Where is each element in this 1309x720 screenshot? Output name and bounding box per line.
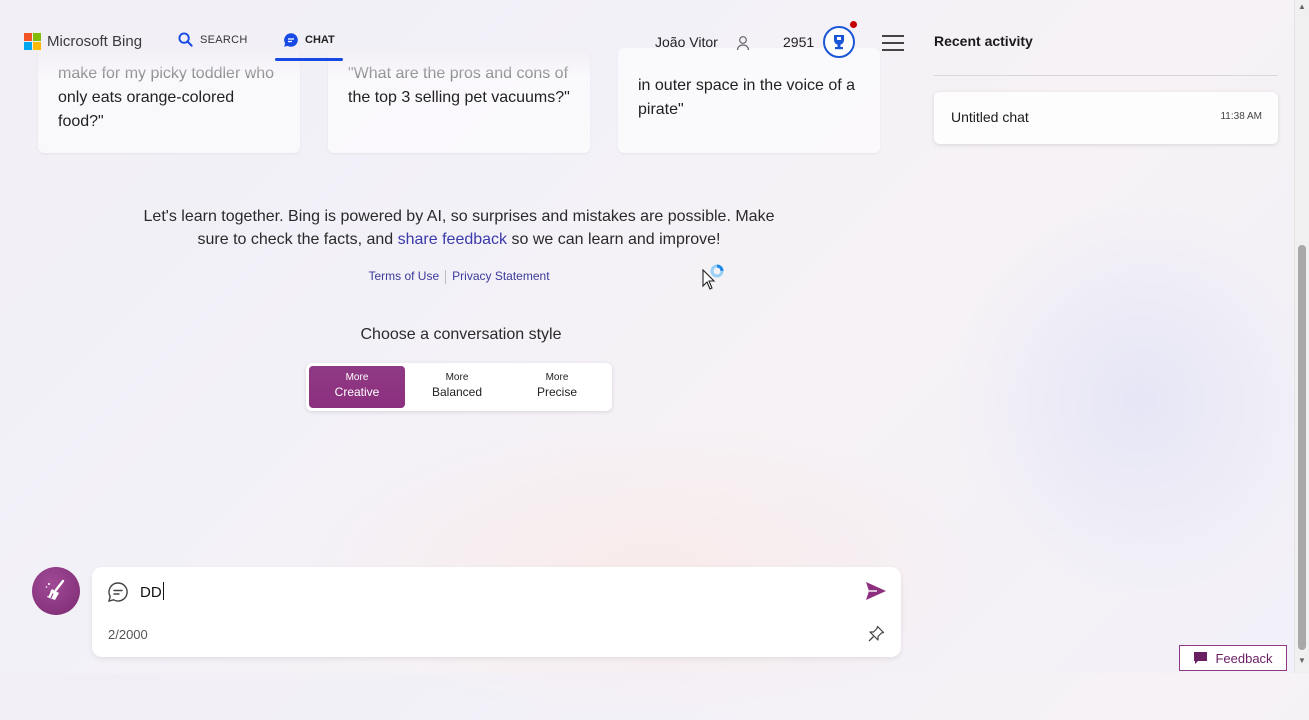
disclaimer-text-end: so we can learn and improve! [507,231,721,248]
link-separator [445,269,447,284]
search-icon [178,32,193,47]
scroll-down-arrow-icon[interactable]: ▼ [1298,656,1306,665]
feedback-icon [1194,652,1208,664]
background-glow [950,200,1309,600]
chat-bubble-icon [108,582,128,602]
scroll-up-arrow-icon[interactable]: ▲ [1298,2,1306,11]
new-topic-button[interactable] [32,567,80,615]
menu-icon[interactable] [882,35,904,56]
page-scrollbar[interactable]: ▲ ▼ [1294,0,1309,673]
nav-search-tab[interactable]: SEARCH [178,32,248,47]
legal-links: Terms of Use Privacy Statement [0,269,918,284]
feedback-button[interactable]: Feedback [1179,645,1287,671]
nav-chat-label: CHAT [305,34,335,46]
notification-dot [850,21,857,28]
suggestion-text: pirate" [638,101,684,118]
chat-input-box[interactable]: DD 2/2000 [92,567,901,657]
disclaimer: Let's learn together. Bing is powered by… [130,205,788,251]
pin-icon[interactable] [867,625,885,643]
send-icon[interactable] [865,581,887,601]
active-tab-indicator [275,58,343,61]
feedback-label: Feedback [1215,650,1273,666]
style-label: Creative [334,385,380,399]
suggestion-text: only eats orange-colored food?" [58,89,235,130]
style-label: Precise [536,385,577,399]
chat-input-value: DD [140,584,162,601]
recent-chat-time: 11:38 AM [1220,111,1262,122]
user-name[interactable]: João Vitor [655,34,718,50]
share-feedback-link[interactable]: share feedback [398,231,507,248]
suggestion-text: the top 3 selling pet vacuums?" [348,89,570,106]
character-counter: 2/2000 [108,627,148,642]
style-balanced-button[interactable]: More Balanced [409,366,505,408]
conversation-style-title: Choose a conversation style [360,326,562,343]
scroll-thumb[interactable] [1298,245,1306,650]
rewards-points[interactable]: 2951 [783,34,814,50]
mouse-cursor-icon [702,264,724,290]
user-icon[interactable] [735,35,751,51]
nav-search-label: SEARCH [200,33,248,46]
top-header: Microsoft Bing SEARCH CHAT João Vitor 29… [0,0,920,78]
chat-icon [284,33,298,47]
nav-chat-tab[interactable]: CHAT [275,0,343,62]
broom-icon [45,579,65,600]
terms-link[interactable]: Terms of Use [368,269,439,283]
bing-logo[interactable]: Microsoft Bing [24,33,142,50]
recent-chat-item[interactable]: Untitled chat 11:38 AM [934,92,1278,144]
style-creative-button[interactable]: More Creative [309,366,405,408]
recent-chat-name: Untitled chat [951,109,1029,125]
logo-text: Microsoft Bing [47,33,143,50]
recent-activity-title: Recent activity [934,33,1033,49]
style-precise-button[interactable]: More Precise [509,366,605,408]
privacy-link[interactable]: Privacy Statement [452,269,549,283]
text-caret [162,582,164,600]
style-label: Balanced [431,385,483,399]
trophy-icon [834,35,844,50]
conversation-style-selector: More Creative More Balanced More Precise [306,363,612,411]
style-prefix: More [545,372,569,383]
rewards-icon[interactable] [823,26,855,58]
sidebar-divider [934,75,1278,76]
style-prefix: More [345,372,369,383]
style-prefix: More [445,372,469,383]
microsoft-logo-icon [24,33,41,50]
chat-input[interactable]: DD [140,582,164,601]
